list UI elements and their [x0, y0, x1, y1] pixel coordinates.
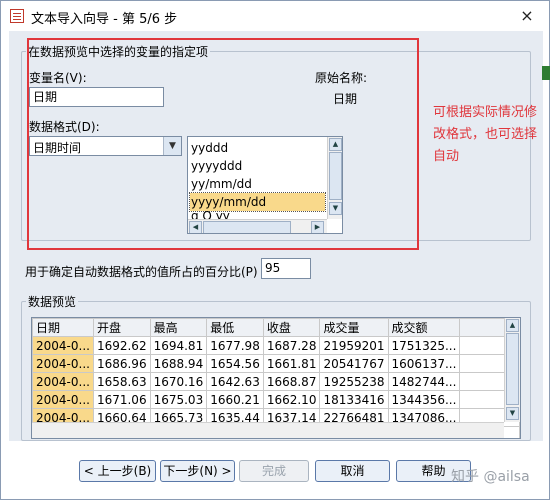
table-cell[interactable]: 2004-0... [32, 390, 94, 409]
table-cell[interactable]: 1675.03 [149, 390, 208, 409]
percentage-input[interactable]: 95 [261, 258, 311, 279]
table-cell[interactable]: 1668.87 [262, 372, 321, 391]
table-cell[interactable]: 1694.81 [149, 336, 208, 355]
table-cell[interactable]: 2004-0... [32, 372, 94, 391]
preview-table: 日期 开盘 最高 最低 收盘 成交量 成交额 2004-0... 1692.62 1… [32, 318, 520, 438]
table-cell[interactable]: 21959201 [319, 336, 389, 355]
dialog-title: 文本导入向导 - 第 5/6 步 [31, 12, 178, 27]
text-import-wizard-dialog: 文本导入向导 - 第 5/6 步 × 在数据预览中选择的变量的指定项 变量名(V… [0, 0, 550, 500]
column-header[interactable]: 成交额 [387, 318, 461, 337]
table-cell[interactable]: 1751325... [387, 336, 461, 355]
table-cell[interactable]: 1642.63 [206, 372, 264, 391]
column-header[interactable]: 成交量 [319, 318, 389, 337]
column-header[interactable]: 收盘 [262, 318, 321, 337]
table-cell[interactable]: 1662.10 [262, 390, 321, 409]
data-preview-grid[interactable]: 日期 开盘 最高 最低 收盘 成交量 成交额 2004-0... 1692.62 1… [31, 317, 521, 439]
column-header[interactable]: 最低 [206, 318, 264, 337]
column-header[interactable]: 最高 [149, 318, 208, 337]
cancel-button[interactable]: 取消 [315, 460, 390, 482]
annotation-note: 可根据实际情况修改格式，也可选择自动 [433, 105, 538, 164]
preview-vertical-scrollbar[interactable]: ▲ ▼ [504, 318, 520, 422]
preview-scroll-thumb[interactable] [506, 333, 519, 405]
table-cell[interactable]: 2004-0... [32, 336, 94, 355]
percentage-label: 用于确定自动数据格式的值所占的百分比(P) [25, 265, 258, 279]
table-cell[interactable]: 1660.21 [206, 390, 264, 409]
table-cell[interactable]: 1658.63 [92, 372, 151, 391]
table-cell[interactable]: 18133416 [319, 390, 389, 409]
table-cell[interactable]: 1661.81 [262, 354, 321, 373]
table-cell[interactable]: 1606137... [387, 354, 461, 373]
table-cell[interactable]: 1692.62 [92, 336, 151, 355]
table-row: 2004-0... 1686.96 1688.94 1654.56 1661.81 205… [32, 354, 520, 373]
watermark: 知乎 @ailsa [451, 469, 530, 485]
table-cell[interactable]: 1677.98 [206, 336, 264, 355]
table-cell[interactable]: 2004-0... [32, 354, 94, 373]
table-cell[interactable]: 1686.96 [92, 354, 151, 373]
table-cell[interactable]: 1671.06 [92, 390, 151, 409]
table-cell[interactable]: 1482744... [387, 372, 461, 391]
table-cell[interactable]: 20541767 [319, 354, 389, 373]
close-icon[interactable]: × [517, 6, 537, 26]
table-row: 2004-0... 1671.06 1675.03 1660.21 1662.10 181… [32, 390, 520, 409]
preview-header-row: 日期 开盘 最高 最低 收盘 成交量 成交额 [32, 318, 520, 337]
finish-button[interactable]: 完成 [239, 460, 309, 482]
title-bar: 文本导入向导 - 第 5/6 步 × [1, 1, 549, 31]
scroll-down-arrow-icon[interactable]: ▼ [506, 407, 519, 420]
table-cell[interactable]: 1688.94 [149, 354, 208, 373]
table-cell[interactable]: 1344356... [387, 390, 461, 409]
table-row: 2004-0... 1692.62 1694.81 1677.98 1687.28 219… [32, 336, 520, 355]
column-header[interactable]: 开盘 [92, 318, 151, 337]
table-cell[interactable]: 1670.16 [149, 372, 208, 391]
text-import-wizard-icon [10, 9, 24, 23]
table-cell[interactable]: 1654.56 [206, 354, 264, 373]
column-header[interactable]: 日期 [32, 318, 94, 337]
annotation-highlight-box [27, 38, 419, 250]
scroll-up-arrow-icon[interactable]: ▲ [506, 319, 519, 332]
table-cell[interactable]: 1687.28 [262, 336, 321, 355]
next-button[interactable]: 下一步(N) > [160, 460, 235, 482]
data-preview-legend: 数据预览 [28, 295, 77, 309]
preview-horizontal-scrollbar[interactable] [32, 422, 504, 438]
background-toolbar-fragment [542, 66, 550, 80]
back-button[interactable]: < 上一步(B) [79, 460, 156, 482]
table-cell[interactable]: 19255238 [319, 372, 389, 391]
table-row: 2004-0... 1658.63 1670.16 1642.63 1668.87 192… [32, 372, 520, 391]
